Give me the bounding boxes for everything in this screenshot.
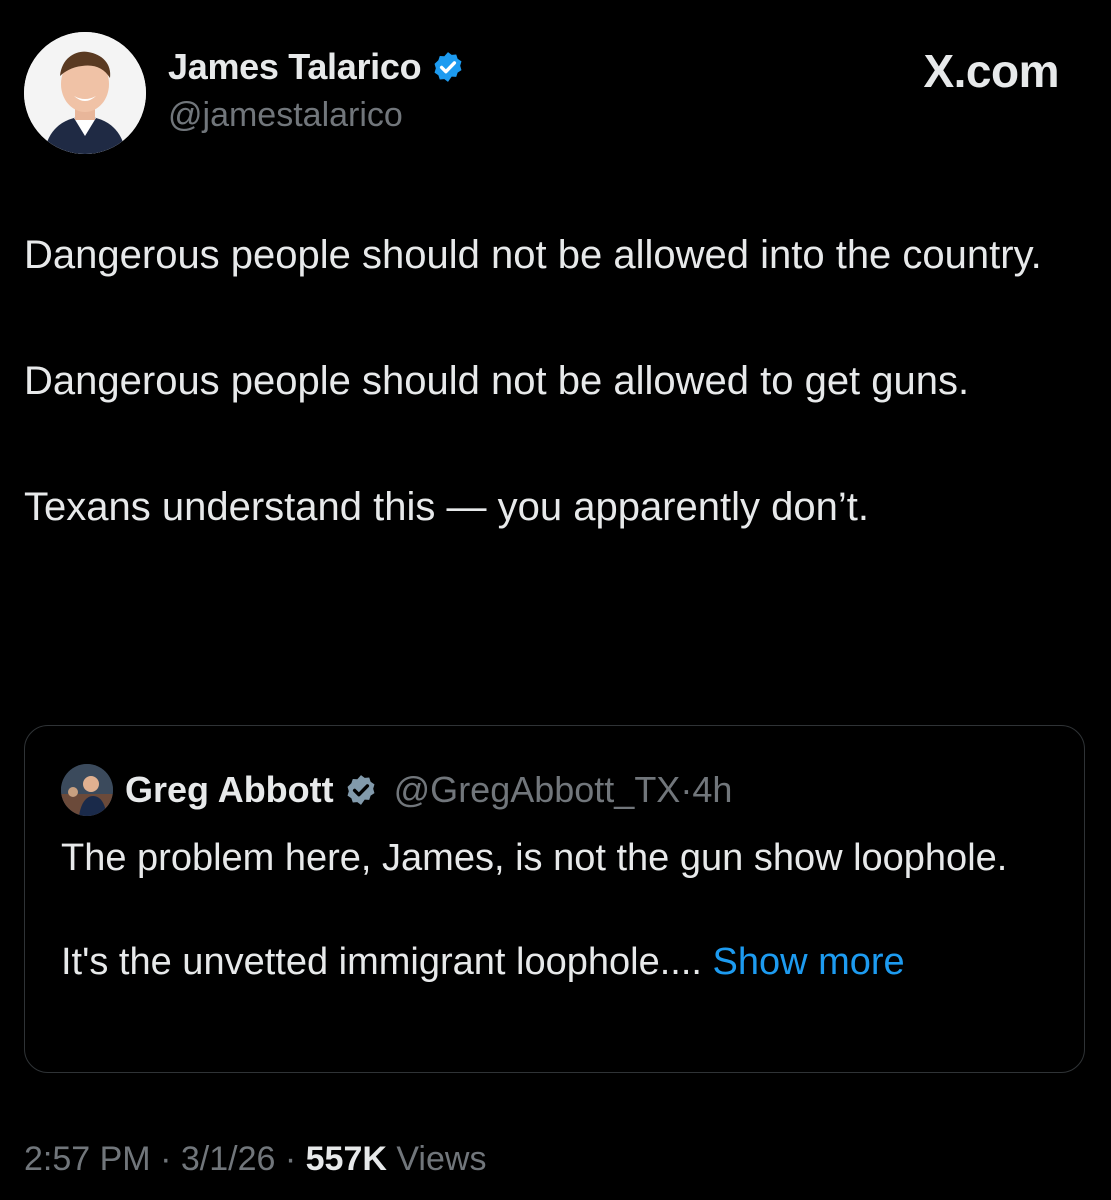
tweet-paragraph: Texans understand this — you apparently … <box>24 485 869 529</box>
verified-badge-icon <box>431 50 465 84</box>
quoted-paragraph-text: It's the unvetted immigrant loophole.... <box>61 941 702 983</box>
tweet-date[interactable]: 3/1/26 <box>181 1140 276 1178</box>
government-badge-icon <box>344 773 378 807</box>
views-count: 557K <box>305 1140 387 1178</box>
author-avatar[interactable] <box>24 32 146 154</box>
quoted-author-name[interactable]: Greg Abbott <box>125 769 334 811</box>
quoted-paragraph: The problem here, James, is not the gun … <box>61 837 1008 879</box>
quoted-author-meta: @GregAbbott_TX·4h <box>394 769 733 811</box>
meta-separator: · <box>680 769 693 810</box>
quoted-tweet-header: Greg Abbott @GregAbbott_TX·4h <box>61 764 732 816</box>
quoted-author-handle[interactable]: @GregAbbott_TX <box>394 769 681 810</box>
views-label: Views <box>396 1140 487 1178</box>
tweet-meta: 2:57 PM · 3/1/26 · 557K Views <box>24 1140 486 1179</box>
tweet-time[interactable]: 2:57 PM <box>24 1140 151 1178</box>
x-logo: X.com <box>923 45 1059 97</box>
quoted-tweet-card[interactable]: Greg Abbott @GregAbbott_TX·4h The proble… <box>24 725 1085 1073</box>
author-name[interactable]: James Talarico <box>168 46 422 88</box>
tweet-header: James Talarico @jamestalarico X.com <box>24 32 1087 156</box>
tweet-paragraph: Dangerous people should not be allowed i… <box>24 233 1042 277</box>
quoted-paragraph-last: It's the unvetted immigrant loophole....… <box>61 936 1051 988</box>
tweet-text: Dangerous people should not be allowed i… <box>24 224 1084 602</box>
author-info: James Talarico @jamestalarico <box>168 46 465 135</box>
meta-separator: · <box>284 1140 297 1178</box>
author-handle[interactable]: @jamestalarico <box>168 96 465 135</box>
show-more-link[interactable]: Show more <box>713 941 905 983</box>
quoted-author-avatar <box>61 764 113 816</box>
tweet-paragraph: Dangerous people should not be allowed t… <box>24 359 970 403</box>
quoted-tweet-text: The problem here, James, is not the gun … <box>61 832 1051 1040</box>
quoted-time: 4h <box>692 769 733 810</box>
meta-separator: · <box>160 1140 172 1178</box>
